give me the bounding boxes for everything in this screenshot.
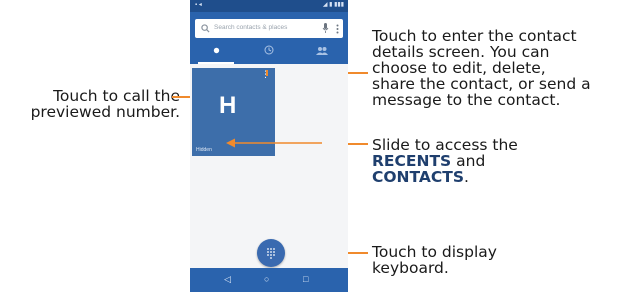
- tab-bar: [190, 38, 348, 64]
- call-callout: Touch to call the previewed number.: [30, 88, 180, 120]
- dialpad-icon: [267, 248, 275, 259]
- slide-line2: RECENTS and: [372, 153, 612, 169]
- slide-callout: Slide to access the RECENTS and CONTACTS…: [372, 137, 612, 185]
- call-callout-line2: previewed number.: [30, 103, 180, 121]
- slide-line3: CONTACTS.: [372, 169, 612, 185]
- status-left-icons: ▪ ◂: [195, 2, 202, 8]
- keyboard-callout: Touch to display keyboard.: [372, 244, 572, 276]
- more-options-icon[interactable]: [336, 24, 339, 34]
- keyboard-line2: keyboard.: [372, 259, 449, 277]
- details-line4: share the contact, or send a: [372, 75, 591, 93]
- recents-icon[interactable]: □: [303, 274, 308, 284]
- slide-line1: Slide to access the: [372, 136, 518, 154]
- star-tab-icon: [213, 47, 220, 54]
- home-icon[interactable]: ○: [264, 274, 269, 284]
- search-icon: [201, 24, 210, 33]
- back-icon[interactable]: ◁: [224, 274, 231, 285]
- status-right-icons: ◢ ▮ ▮▮▮: [322, 2, 344, 8]
- nav-bar: ◁ ○ □: [190, 268, 348, 292]
- call-callout-line1: Touch to call the: [53, 87, 180, 105]
- dialpad-button[interactable]: [257, 239, 285, 267]
- tab-recents[interactable]: [243, 38, 295, 64]
- mic-icon[interactable]: [322, 23, 329, 34]
- status-bar: ▪ ◂ ◢ ▮ ▮▮▮: [190, 0, 348, 12]
- clock-tab-icon: [264, 45, 274, 55]
- contacts-label: CONTACTS: [372, 168, 465, 186]
- details-callout: Touch to enter the contact details scree…: [372, 28, 618, 108]
- tab-favorites[interactable]: [190, 38, 242, 64]
- favorites-content[interactable]: H ⋮ Hidden: [190, 64, 348, 268]
- details-line5: message to the contact.: [372, 91, 561, 109]
- slide-arrow-icon: [226, 138, 322, 148]
- contact-caption: Hidden: [196, 147, 212, 153]
- keyboard-line1: Touch to display: [372, 243, 497, 261]
- details-leader-dot: [266, 70, 268, 76]
- search-input[interactable]: Search contacts & places: [195, 19, 343, 38]
- slide-end-text: .: [464, 168, 469, 186]
- search-placeholder: Search contacts & places: [214, 24, 288, 31]
- details-line1: Touch to enter the contact: [372, 27, 577, 45]
- people-tab-icon: [316, 47, 328, 55]
- tab-contacts[interactable]: [296, 38, 348, 64]
- details-line3: choose to edit, delete,: [372, 59, 546, 77]
- details-line2: details screen. You can: [372, 43, 550, 61]
- contact-initial: H: [219, 92, 237, 119]
